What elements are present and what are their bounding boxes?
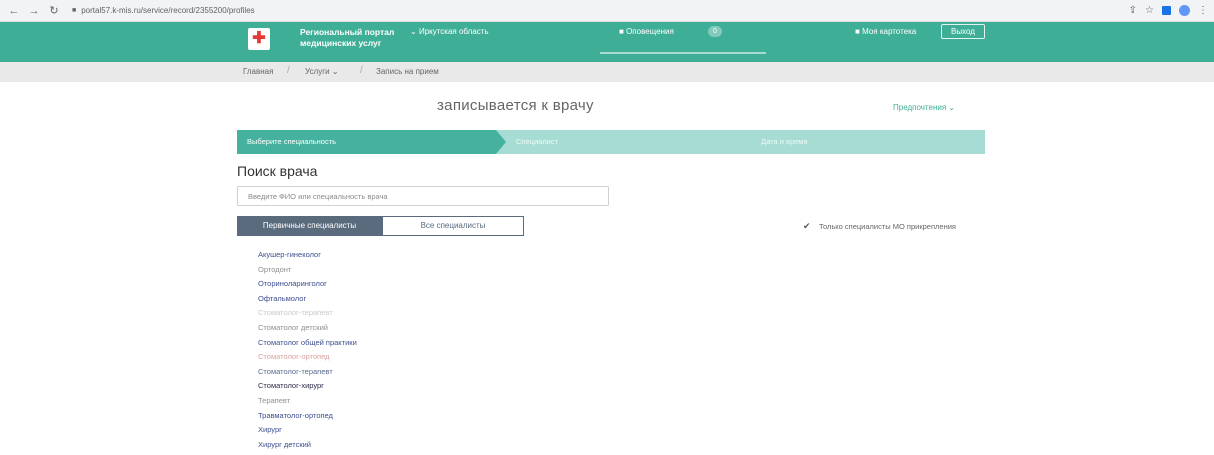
step-arrow — [496, 130, 506, 154]
only-attached-checkbox[interactable]: ✔ Только специалисты МО прикрепления — [803, 221, 956, 231]
logout-button[interactable]: Выход — [941, 24, 985, 39]
specialist-list: Акушер-гинеколог Ортодонт Оториноларинголо… — [258, 248, 357, 452]
breadcrumb-separator: / — [287, 65, 290, 76]
list-item[interactable]: Офтальмолог — [258, 292, 357, 307]
tab-primary-specialists[interactable]: Первичные специалисты — [237, 216, 382, 236]
list-item[interactable]: Терапевт — [258, 394, 357, 409]
step-arrow — [741, 130, 751, 154]
user-icon: ■ — [855, 27, 863, 36]
notifications-link[interactable]: ■ Оповещения — [619, 27, 674, 36]
list-item[interactable]: Стоматолог-терапевт — [258, 365, 357, 380]
portal-title[interactable]: Региональный портал медицинских услуг — [300, 27, 394, 49]
portal-title-line2: медицинских услуг — [300, 38, 382, 48]
cabinet-link[interactable]: ■ Моя картотека — [855, 27, 916, 36]
list-item[interactable]: Стоматолог общей практики — [258, 336, 357, 351]
tab-all-specialists[interactable]: Все специалисты — [382, 216, 524, 236]
wizard-steps: Выберите специальность Специалист Дата и… — [237, 130, 985, 154]
header-divider — [600, 52, 766, 54]
checkmark-icon: ✔ — [803, 221, 811, 231]
list-item[interactable]: Ортодонт — [258, 263, 357, 278]
section-title: Поиск врача — [237, 163, 318, 179]
forward-icon[interactable]: → — [26, 5, 42, 17]
list-item[interactable]: Травматолог-ортопед — [258, 409, 357, 424]
share-icon[interactable]: ⇪ — [1129, 5, 1137, 16]
site-header: ✚ Региональный портал медицинских услуг … — [0, 22, 1214, 62]
address-url[interactable]: portal57.k-mis.ru/service/record/2355200… — [81, 6, 254, 15]
menu-icon[interactable]: ⋮ — [1198, 5, 1208, 16]
chevron-down-icon: ⌄ — [410, 27, 419, 36]
list-item[interactable]: Стоматолог-ортопед — [258, 350, 357, 365]
medical-cross-icon: ✚ — [252, 30, 266, 47]
list-item[interactable]: Стоматолог-терапевт — [258, 306, 357, 321]
step-datetime: Дата и время — [741, 130, 985, 154]
breadcrumb-current: Запись на прием — [376, 67, 439, 76]
star-icon[interactable]: ☆ — [1145, 5, 1154, 16]
doctor-search-input[interactable] — [237, 186, 609, 206]
reload-icon[interactable]: ↻ — [46, 4, 62, 17]
step-specialty: Выберите специальность — [237, 130, 496, 154]
region-label: Иркутская область — [418, 27, 489, 36]
preferences-label: Предпочтения — [893, 103, 947, 112]
list-item[interactable]: Стоматолог детский — [258, 321, 357, 336]
breadcrumb-home[interactable]: Главная — [243, 67, 273, 76]
page-title: записывается к врачу — [437, 97, 594, 114]
address-bar[interactable]: ■ portal57.k-mis.ru/service/record/23552… — [72, 6, 255, 15]
profile-avatar[interactable] — [1179, 5, 1190, 16]
back-icon[interactable]: ← — [6, 5, 22, 17]
list-item[interactable]: Оториноларинголог — [258, 277, 357, 292]
lock-icon: ■ — [72, 7, 77, 14]
breadcrumb-services[interactable]: Услуги ⌄ — [305, 67, 339, 76]
extension-icon[interactable] — [1162, 6, 1171, 15]
bell-icon: ■ — [619, 27, 627, 36]
list-item[interactable]: Хирург детский — [258, 438, 357, 453]
site-logo[interactable]: ✚ — [248, 28, 270, 50]
breadcrumb: Главная / Услуги ⌄ / Запись на прием — [0, 62, 1214, 82]
notifications-label: Оповещения — [626, 27, 674, 36]
chevron-down-icon: ⌄ — [948, 103, 956, 112]
step-specialist: Специалист — [496, 130, 741, 154]
portal-title-line1: Региональный портал — [300, 27, 395, 37]
browser-toolbar: ← → ↻ ■ portal57.k-mis.ru/service/record… — [0, 0, 1214, 22]
region-selector[interactable]: ⌄ Иркутская область — [410, 27, 489, 36]
list-item[interactable]: Хирург — [258, 423, 357, 438]
preferences-dropdown[interactable]: Предпочтения ⌄ — [893, 103, 955, 112]
breadcrumb-separator: / — [360, 65, 363, 76]
list-item[interactable]: Акушер-гинеколог — [258, 248, 357, 263]
notifications-count-badge: 0 — [708, 26, 722, 37]
cabinet-label: Моя картотека — [862, 27, 917, 36]
only-attached-label: Только специалисты МО прикрепления — [819, 221, 956, 231]
list-item[interactable]: Стоматолог-хирург — [258, 379, 357, 394]
specialist-tabs: Первичные специалисты Все специалисты — [237, 216, 524, 236]
